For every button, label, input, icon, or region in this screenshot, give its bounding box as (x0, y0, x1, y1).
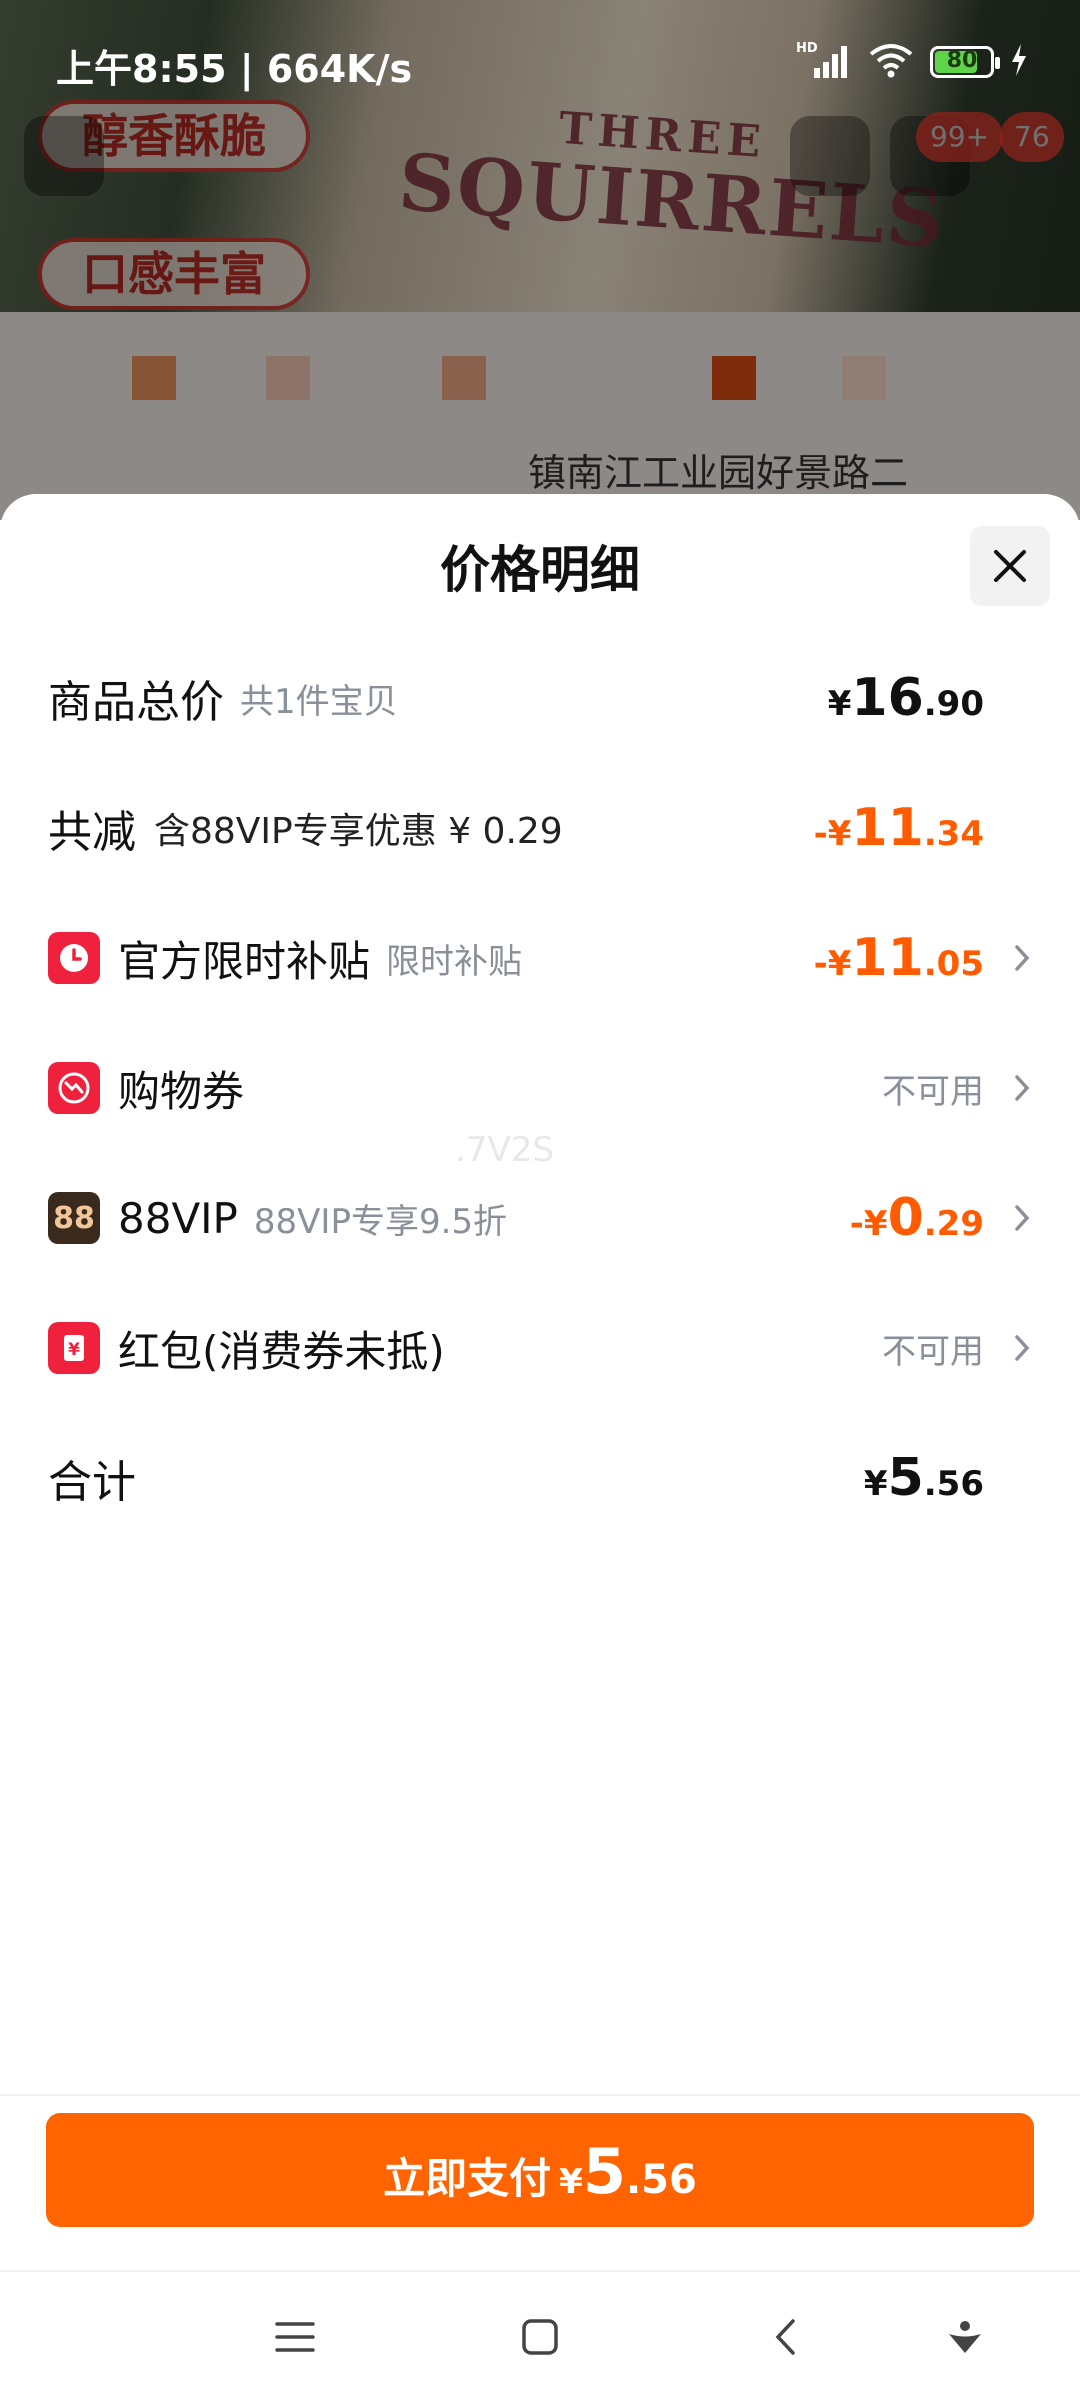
status-time: 上午8:55 | 664K/s (56, 47, 413, 91)
reduction-amount: -¥ 11.34 (813, 798, 984, 858)
status-bar: 上午8:55 | 664K/s HD 80 (0, 0, 1080, 124)
row-label: 商品总价 (48, 677, 224, 728)
yen-envelope-icon: ¥ (48, 1322, 100, 1374)
chevron-right-icon (984, 1072, 1032, 1104)
sheet-title: 价格明细 (440, 541, 640, 599)
svg-text:HD: HD (796, 41, 818, 56)
coupon-icon (48, 1062, 100, 1114)
row-sub: 限时补贴 (386, 941, 523, 982)
close-button[interactable] (970, 526, 1050, 606)
row-sum: 合计 ¥5.56 (48, 1438, 1032, 1518)
back-icon[interactable] (760, 2312, 810, 2362)
coupon-status: 不可用 (882, 1071, 984, 1112)
chevron-right-icon (984, 942, 1032, 974)
wifi-icon (868, 42, 914, 82)
battery-icon: 80 (930, 46, 1000, 78)
signal-icon: HD (796, 40, 852, 84)
battery-percent: 80 (946, 48, 978, 73)
pay-now-button[interactable]: 立即支付 ¥5.56 (46, 2113, 1034, 2227)
row-88vip[interactable]: 88 88VIP 88VIP专享9.5折 -¥ 0.29 (48, 1178, 1032, 1258)
status-icons: HD 80 (796, 40, 1028, 84)
row-shopping-coupon[interactable]: 购物券 不可用 (48, 1048, 1032, 1128)
row-sub: 88VIP专享9.5折 (253, 1201, 508, 1242)
charging-icon (1010, 44, 1028, 80)
sum-amount: ¥5.56 (863, 1448, 984, 1508)
footer-divider (0, 2094, 1080, 2096)
close-icon (994, 550, 1026, 582)
row-official-subsidy[interactable]: 官方限时补贴 限时补贴 -¥ 11.05 (48, 918, 1032, 998)
row-label: 88VIP (118, 1193, 238, 1243)
menu-icon[interactable] (270, 2312, 320, 2362)
watermark: .7V2S (455, 1130, 554, 1170)
svg-text:¥: ¥ (68, 1340, 80, 1360)
row-total-price: 商品总价 共1件宝贝 ¥16.90 (48, 658, 1032, 738)
assistant-icon[interactable] (940, 2312, 990, 2362)
row-label: 共减 (48, 807, 136, 858)
subsidy-amount: -¥ 11.05 (813, 928, 984, 988)
row-red-packet[interactable]: ¥ 红包(消费券未抵) 不可用 (48, 1308, 1032, 1388)
pay-button-label: 立即支付 (383, 2154, 552, 2203)
row-label: 购物券 (118, 1066, 245, 1116)
row-total-reduction: 共减 含88VIP专享优惠 ¥ 0.29 -¥ 11.34 (48, 788, 1032, 868)
red-packet-status: 不可用 (882, 1331, 984, 1372)
row-sub: 含88VIP专享优惠 ¥ 0.29 (154, 811, 563, 852)
vip-discount-amount: -¥ 0.29 (849, 1188, 984, 1248)
chevron-right-icon (984, 1202, 1032, 1234)
total-price-amount: ¥16.90 (827, 668, 984, 728)
row-label: 合计 (48, 1457, 136, 1508)
row-label: 红包(消费券未抵) (118, 1326, 445, 1376)
row-sub: 共1件宝贝 (240, 681, 398, 722)
home-icon[interactable] (515, 2312, 565, 2362)
system-navigation-bar (0, 2270, 1080, 2400)
clock-icon (48, 932, 100, 984)
row-label: 官方限时补贴 (118, 936, 371, 986)
vip-88-icon: 88 (48, 1192, 100, 1244)
chevron-right-icon (984, 1332, 1032, 1364)
